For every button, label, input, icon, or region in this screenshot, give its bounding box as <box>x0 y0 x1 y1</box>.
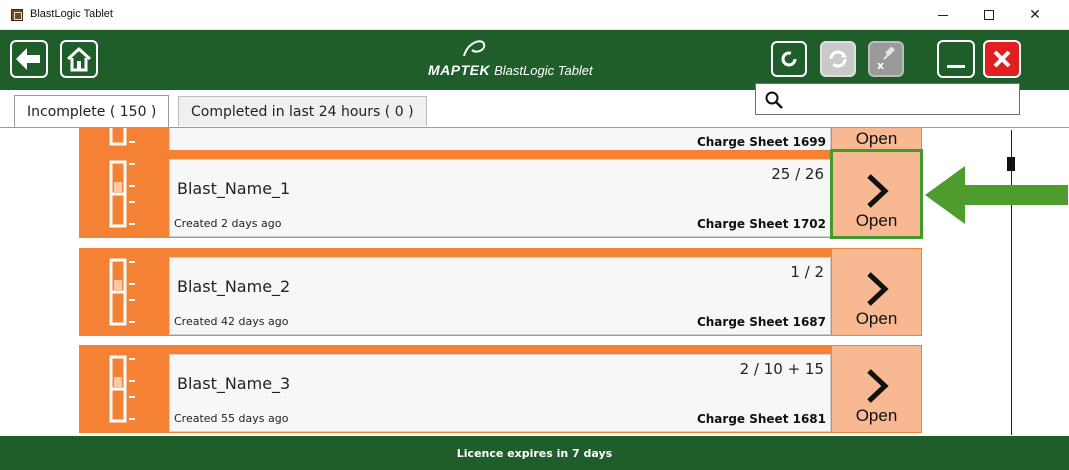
blast-card: Blast_Name_1 Created 2 days ago 25 / 26 … <box>79 149 923 239</box>
close-icon: ✕ <box>1029 7 1041 23</box>
minimize-icon <box>947 65 965 68</box>
minimize-icon <box>938 14 948 16</box>
progress-count: 25 / 26 <box>771 165 824 183</box>
chevron-right-icon <box>866 369 889 403</box>
licence-status: Licence expires in 7 days <box>456 446 613 460</box>
tab-completed[interactable]: Completed in last 24 hours ( 0 ) <box>178 96 427 126</box>
progress-count: 1 / 2 <box>790 263 824 281</box>
charge-sheet-icon <box>109 128 135 146</box>
status-footer: Licence expires in 7 days <box>0 436 1069 470</box>
charge-sheet-icon <box>109 160 135 228</box>
app-window: BlastLogic Tablet ✕ MAPTEK BlastLogic Ta… <box>0 0 1069 470</box>
chevron-right-icon <box>866 174 889 208</box>
maptek-logo: MAPTEK BlastLogic Tablet <box>428 40 593 78</box>
logo-brand: MAPTEK <box>428 62 491 78</box>
close-icon <box>993 50 1011 68</box>
back-button[interactable] <box>10 40 48 78</box>
refresh-icon <box>781 51 797 67</box>
charge-sheet-icon <box>109 355 135 423</box>
blast-card: Blast_Name_3 Created 55 days ago 2 / 10 … <box>79 345 922 433</box>
app-minimize-button[interactable] <box>937 40 975 78</box>
home-icon <box>66 47 92 72</box>
open-label: Open <box>855 406 898 425</box>
disconnect-icon: x <box>877 47 895 71</box>
charge-sheet-label: Charge Sheet 1702 <box>696 217 826 231</box>
app-icon <box>11 9 23 21</box>
charge-sheet-icon <box>109 258 135 326</box>
open-button[interactable]: Open <box>832 346 921 432</box>
charge-sheet-label: Charge Sheet 1699 <box>696 135 826 149</box>
open-label: Open <box>855 129 898 148</box>
card-body[interactable]: Blast_Name_2 Created 42 days ago 1 / 2 C… <box>169 257 831 335</box>
refresh-button[interactable] <box>771 41 807 77</box>
window-maximize-button[interactable] <box>966 0 1012 30</box>
open-label: Open <box>855 309 898 328</box>
created-date: Created 42 days ago <box>174 315 289 328</box>
progress-count: 2 / 10 + 15 <box>739 360 824 378</box>
logo-swoosh-icon <box>463 40 486 57</box>
logo-product: BlastLogic Tablet <box>494 63 593 78</box>
created-date: Created 2 days ago <box>174 217 282 230</box>
open-label: Open <box>855 211 898 230</box>
search-input[interactable] <box>792 88 1012 110</box>
window-minimize-button[interactable] <box>920 0 966 30</box>
open-button[interactable]: Open <box>832 249 921 335</box>
charge-sheet-label: Charge Sheet 1687 <box>696 315 826 329</box>
back-arrow-icon <box>16 48 40 70</box>
window-title: BlastLogic Tablet <box>30 8 113 20</box>
blast-card: Blast_Name_2 Created 42 days ago 1 / 2 C… <box>79 248 922 336</box>
card-body[interactable]: Blast_Name_1 Created 2 days ago 25 / 26 … <box>169 159 831 237</box>
blast-name: Blast_Name_1 <box>177 179 291 198</box>
created-date: Created 55 days ago <box>174 412 289 425</box>
svg-text:x: x <box>877 59 884 71</box>
home-button[interactable] <box>60 40 98 78</box>
app-exit-button[interactable] <box>983 40 1021 78</box>
annotation-arrow-icon <box>925 166 1068 224</box>
tab-incomplete[interactable]: Incomplete ( 150 ) <box>14 95 170 127</box>
search-icon <box>765 91 783 109</box>
sync-icon <box>829 50 847 68</box>
title-bar: BlastLogic Tablet ✕ <box>0 0 1069 30</box>
app-header: MAPTEK BlastLogic Tablet x <box>0 30 1069 90</box>
open-button[interactable]: Open <box>830 149 923 239</box>
chevron-right-icon <box>866 272 889 306</box>
disconnect-button[interactable]: x <box>868 41 904 77</box>
card-body[interactable]: Blast_Name_3 Created 55 days ago 2 / 10 … <box>169 354 831 432</box>
blast-name: Blast_Name_2 <box>177 277 291 296</box>
maximize-icon <box>984 10 994 20</box>
sync-button[interactable] <box>820 41 856 77</box>
blast-name: Blast_Name_3 <box>177 374 291 393</box>
charge-sheet-label: Charge Sheet 1681 <box>696 412 826 426</box>
window-close-button[interactable]: ✕ <box>1012 0 1058 30</box>
blast-list: Charge Sheet 1699 Open Blast_Name_1 Crea… <box>0 128 1069 436</box>
search-field[interactable] <box>755 83 1020 115</box>
